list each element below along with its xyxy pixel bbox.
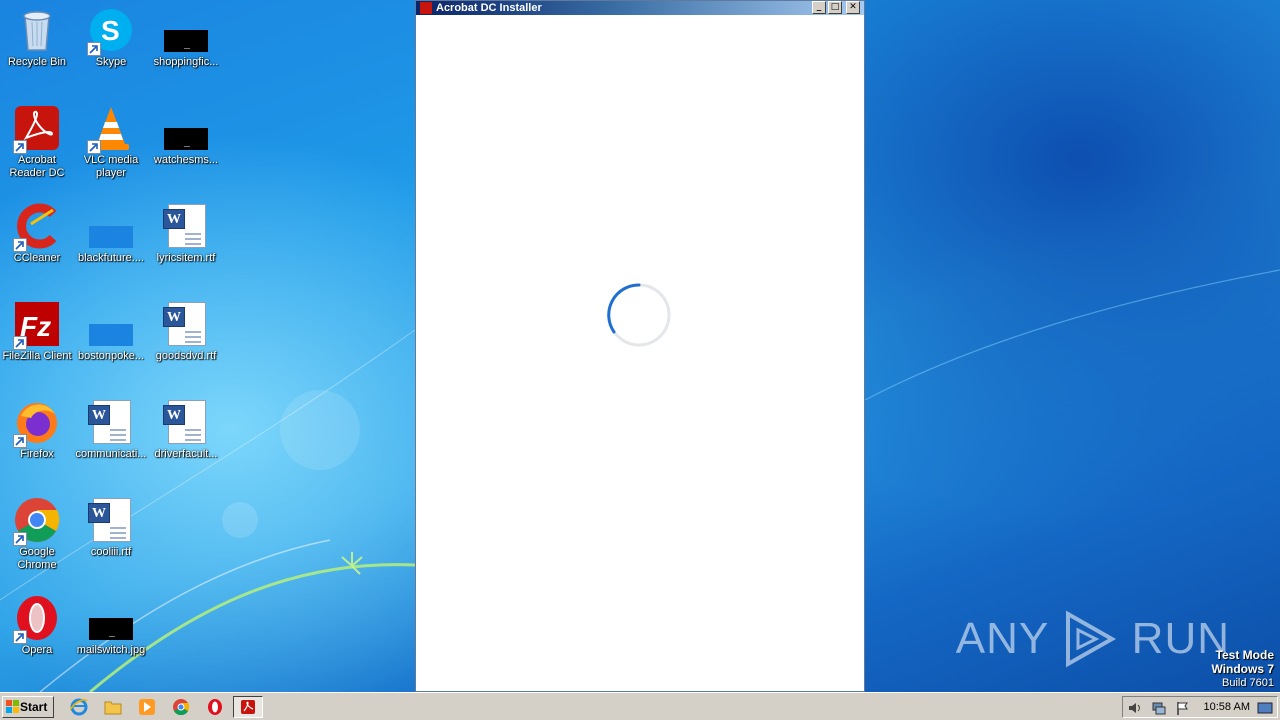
desktop-icon-label: Google Chrome: [17, 546, 57, 571]
word-document-icon: W: [87, 496, 135, 544]
desktop-icon-google-chrome[interactable]: Google Chrome: [0, 496, 74, 572]
play-logo-icon: [1066, 610, 1117, 668]
shortcut-arrow-icon: [13, 336, 27, 350]
desktop-icon-opera[interactable]: Opera: [0, 594, 74, 657]
desktop-icon-label: shoppingfic...: [153, 56, 219, 68]
desktop-icon-label: bostonpoke...: [77, 350, 145, 362]
start-button[interactable]: Start: [2, 696, 54, 718]
watermark-brand-left: ANY: [955, 614, 1050, 663]
desktop-icon-label: Firefox: [20, 448, 54, 460]
desktop-icon-label: Opera: [21, 644, 53, 656]
desktop-icon-watchesms[interactable]: watchesms...: [149, 104, 223, 167]
desktop-icon-communicati[interactable]: W communicati...: [74, 398, 148, 461]
taskbar: Start 10:58 AM: [0, 692, 1280, 720]
build-text: Build 7601: [1222, 677, 1274, 689]
desktop-icon-label: mailswitch.jpg: [76, 644, 146, 656]
word-document-icon: W: [87, 398, 135, 446]
window-title: Acrobat DC Installer: [436, 2, 542, 14]
desktop-icon-bostonpoke[interactable]: bostonpoke...: [74, 300, 148, 363]
os-name-text: Windows 7: [1211, 662, 1274, 676]
ccleaner-icon: [13, 202, 61, 252]
file-icon: [162, 104, 210, 152]
opera-icon: [13, 594, 61, 644]
desktop-icon-filezilla[interactable]: Fz FileZilla Client: [0, 300, 74, 363]
desktop-icon-label: Acrobat Reader DC: [9, 154, 65, 179]
desktop-icon-acrobat-reader[interactable]: Acrobat Reader DC: [0, 104, 74, 180]
desktop-icon-shoppingfic[interactable]: shoppingfic...: [149, 6, 223, 69]
anyrun-watermark: ANY RUN: [956, 610, 1230, 668]
system-tray: 10:58 AM: [1122, 696, 1278, 718]
windows-logo-icon: [6, 700, 19, 713]
desktop-icon-vlc[interactable]: VLC media player: [74, 104, 148, 180]
shortcut-arrow-icon: [13, 238, 27, 252]
opera-icon[interactable]: [206, 698, 224, 716]
firefox-icon: [13, 398, 61, 448]
desktop-icon-label: VLC media player: [83, 154, 139, 179]
shortcut-arrow-icon: [13, 434, 27, 448]
recycle-bin-icon: [13, 6, 61, 54]
window-titlebar[interactable]: Acrobat DC Installer _ □ ✕: [416, 1, 864, 15]
desktop-icon-driverfacult[interactable]: W driverfacult...: [149, 398, 223, 461]
taskbar-acrobat-installer[interactable]: [233, 696, 263, 718]
shortcut-arrow-icon: [87, 140, 101, 154]
shortcut-arrow-icon: [13, 630, 27, 644]
desktop-icon-lyricsitem[interactable]: W lyricsitem.rtf: [149, 202, 223, 265]
network-icon[interactable]: [1151, 700, 1167, 716]
desktop-icon-firefox[interactable]: Firefox: [0, 398, 74, 461]
desktop-icon-mailswitch[interactable]: mailswitch.jpg: [74, 594, 148, 657]
shortcut-arrow-icon: [13, 532, 27, 546]
chrome-icon[interactable]: [172, 698, 190, 716]
word-document-icon: W: [162, 300, 210, 348]
file-icon: [87, 300, 135, 348]
loading-spinner: [607, 283, 671, 347]
acrobat-icon: [13, 104, 61, 154]
desktop-icon-label: communicati...: [75, 448, 147, 460]
test-mode-notice: Test Mode Windows 7 Build 7601: [1211, 648, 1274, 690]
desktop-icon-cooliii[interactable]: W cooliii.rtf: [74, 496, 148, 559]
desktop-icon-goodsdvd[interactable]: W goodsdvd.rtf: [149, 300, 223, 363]
close-button[interactable]: ✕: [846, 1, 860, 14]
shortcut-arrow-icon: [87, 42, 101, 56]
minimize-button[interactable]: _: [812, 1, 826, 14]
desktop-icon-label: Skype: [95, 56, 127, 68]
desktop-icon-label: CCleaner: [13, 252, 61, 264]
speaker-icon[interactable]: [1127, 700, 1143, 716]
acrobat-installer-window[interactable]: Acrobat DC Installer _ □ ✕: [415, 0, 865, 692]
filezilla-icon: Fz: [13, 300, 61, 350]
svg-text:S: S: [101, 15, 120, 46]
desktop-icon-recycle-bin[interactable]: Recycle Bin: [0, 6, 74, 69]
desktop-icon-label: blackfuture....: [77, 252, 145, 264]
desktop-icon-label: goodsdvd.rtf: [155, 350, 217, 362]
shortcut-arrow-icon: [13, 140, 27, 154]
image-file-icon: [87, 594, 135, 642]
folder-icon[interactable]: [104, 698, 122, 716]
installer-content: [416, 15, 864, 691]
media-player-icon[interactable]: [138, 698, 156, 716]
file-icon: [162, 6, 210, 54]
desktop-icon-label: FileZilla Client: [2, 350, 72, 362]
acrobat-icon: [420, 2, 432, 14]
desktop-icon-skype[interactable]: S Skype: [74, 6, 148, 69]
desktop-icon-label: lyricsitem.rtf: [156, 252, 216, 264]
desktop-icon-label: Recycle Bin: [7, 56, 67, 68]
desktop-icon-label: cooliii.rtf: [90, 546, 132, 558]
action-center-flag-icon[interactable]: [1175, 700, 1191, 716]
desktop-icon-label: driverfacult...: [154, 448, 218, 460]
desktop-icon-ccleaner[interactable]: CCleaner: [0, 202, 74, 265]
skype-icon: S: [87, 6, 135, 56]
desktop-icon-label: watchesms...: [153, 154, 219, 166]
internet-explorer-icon[interactable]: [70, 698, 88, 716]
test-mode-text: Test Mode: [1215, 648, 1274, 662]
word-document-icon: W: [162, 398, 210, 446]
clock[interactable]: 10:58 AM: [1204, 701, 1250, 713]
chrome-icon: [13, 496, 61, 546]
start-label: Start: [20, 700, 48, 714]
show-desktop-icon[interactable]: [1257, 700, 1273, 716]
acrobat-icon: [241, 700, 255, 714]
maximize-button[interactable]: □: [828, 1, 842, 14]
file-icon: [87, 202, 135, 250]
word-document-icon: W: [162, 202, 210, 250]
vlc-icon: [87, 104, 135, 154]
desktop-icon-blackfuture[interactable]: blackfuture....: [74, 202, 148, 265]
